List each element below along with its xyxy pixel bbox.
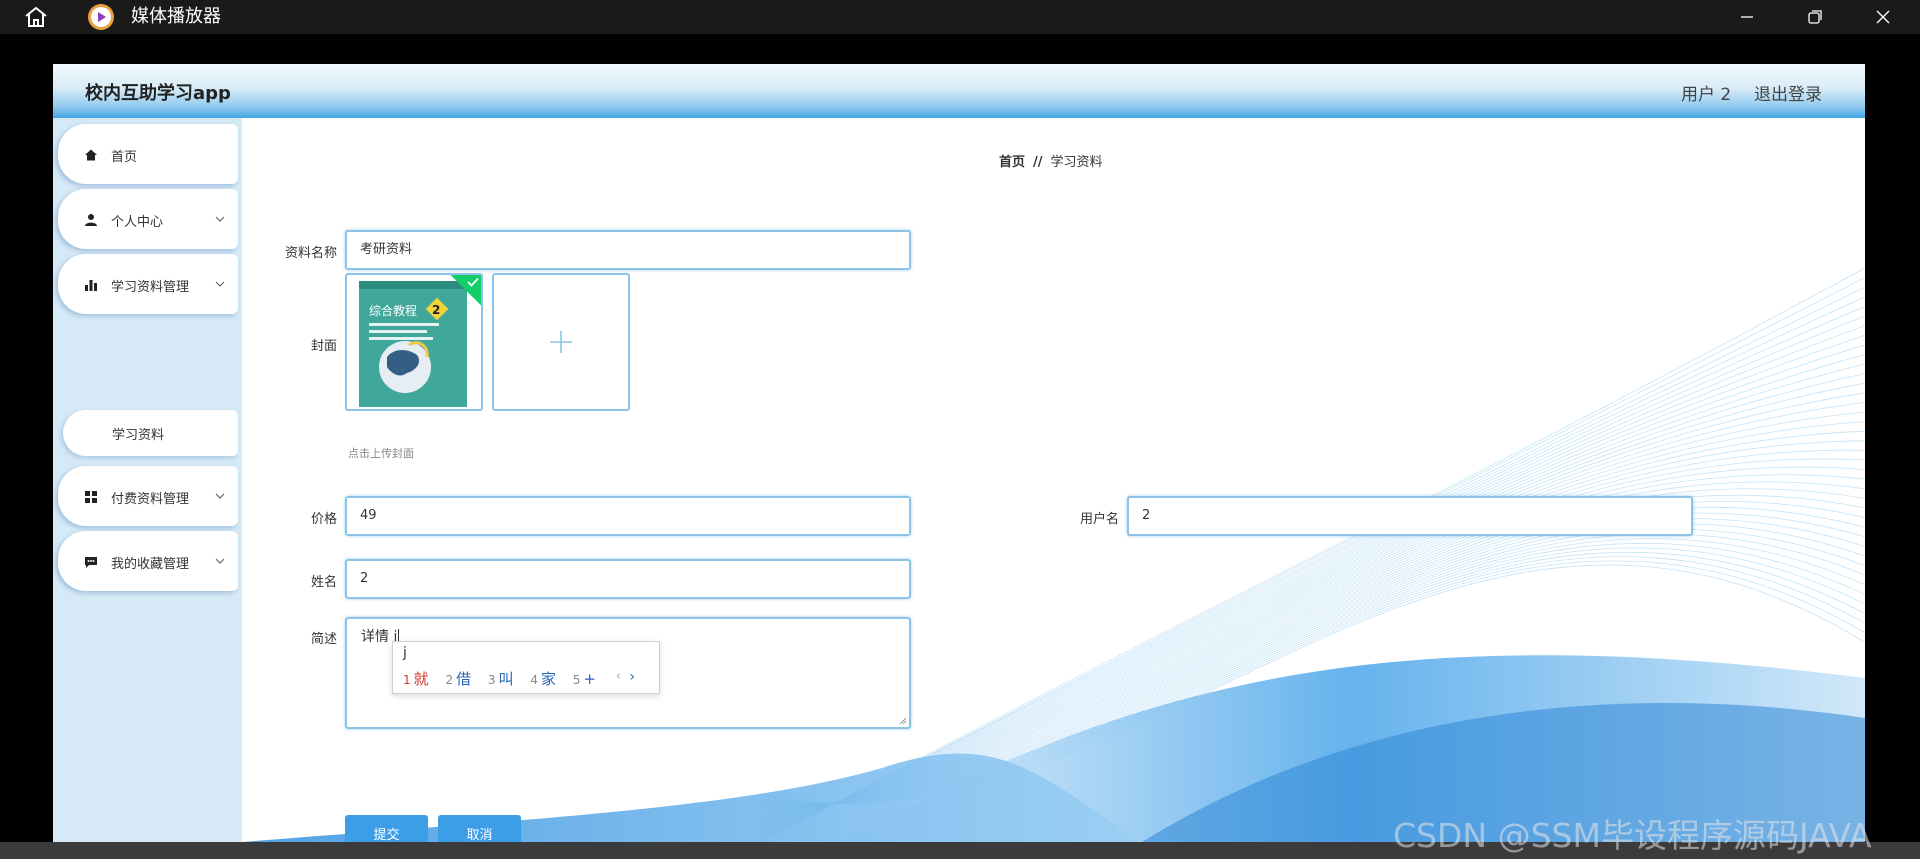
- realname-field[interactable]: 2: [345, 559, 911, 599]
- user-icon: [85, 214, 97, 226]
- sidebar-item-label: 首页: [111, 150, 138, 165]
- ime-next-page[interactable]: ›: [629, 669, 635, 685]
- sidebar-item-paid-materials-mgmt[interactable]: 付费资料管理: [58, 466, 238, 526]
- restore-button[interactable]: [1787, 0, 1843, 34]
- breadcrumb-current: 学习资料: [1050, 155, 1103, 170]
- ime-candidate[interactable]: 1就: [403, 668, 429, 689]
- sidebar-item-label: 学习资料管理: [111, 280, 190, 295]
- breadcrumb: 首页 // 学习资料: [999, 151, 1103, 170]
- price-label: 价格: [310, 512, 337, 527]
- submit-button[interactable]: 提交: [345, 815, 428, 842]
- sidebar-item-label: 我的收藏管理: [111, 557, 190, 572]
- sidebar: 首页 个人中心 学习资料管理 学习资料 付费资料管理 我的收藏管理: [53, 118, 242, 842]
- chevron-down-icon: [215, 281, 225, 287]
- ime-candidate[interactable]: 5 +: [573, 670, 596, 688]
- main-content: 首页 // 学习资料 资料名称 考研资料 封面 2 综合教程 点击上传封面 价格 4…: [242, 118, 1865, 842]
- minimize-icon: [1741, 16, 1753, 18]
- cover-upload-button[interactable]: [492, 273, 630, 411]
- sidebar-item-label: 个人中心: [111, 215, 164, 230]
- book-number: 2: [432, 303, 440, 317]
- description-label: 简述: [310, 632, 337, 647]
- ime-composition: j: [403, 645, 407, 661]
- cancel-button[interactable]: 取消: [438, 815, 521, 842]
- chevron-down-icon: [215, 558, 225, 564]
- check-icon: [467, 277, 479, 287]
- breadcrumb-home[interactable]: 首页: [999, 155, 1025, 170]
- chevron-down-icon: [215, 216, 225, 222]
- sidebar-item-profile[interactable]: 个人中心: [58, 189, 238, 249]
- cover-label: 封面: [310, 339, 337, 354]
- app-header: 校内互助学习app 用户 2 退出登录: [53, 64, 1865, 118]
- ime-candidate[interactable]: 2借: [445, 668, 471, 689]
- plus-icon: [550, 331, 572, 353]
- sidebar-subitem-label: 学习资料: [112, 428, 165, 443]
- chevron-down-icon: [215, 493, 225, 499]
- home-icon: [85, 149, 97, 161]
- grid-icon: [85, 491, 97, 503]
- current-user: 用户 2: [1681, 85, 1732, 105]
- book-title: 综合教程: [369, 303, 417, 318]
- close-button[interactable]: [1855, 0, 1911, 34]
- minimize-button[interactable]: [1719, 0, 1775, 34]
- watermark: CSDN @SSM毕设程序源码JAVA: [1393, 816, 1872, 855]
- name-field[interactable]: 考研资料: [345, 230, 911, 270]
- cover-image[interactable]: 2 综合教程: [345, 273, 483, 411]
- book-cover-image: 2 综合教程: [359, 281, 467, 407]
- logout-link[interactable]: 退出登录: [1754, 80, 1822, 105]
- ime-candidate[interactable]: 3叫: [488, 668, 514, 689]
- cover-upload-hint: 点击上传封面: [348, 447, 414, 460]
- app-window: 校内互助学习app 用户 2 退出登录 首页 个人中心 学习资料管理 学习资料 …: [53, 64, 1865, 842]
- username-label: 用户名: [1079, 512, 1119, 527]
- name-label: 资料名称: [284, 246, 337, 261]
- bar-chart-icon: [85, 280, 97, 291]
- sidebar-item-favorites-mgmt[interactable]: 我的收藏管理: [58, 531, 238, 591]
- sidebar-item-study-materials[interactable]: 学习资料: [63, 410, 238, 456]
- app-brand: 校内互助学习app: [85, 83, 231, 104]
- close-icon: [1876, 10, 1890, 24]
- ime-candidates: 1就 2借 3叫 4家 5 +: [403, 668, 608, 689]
- restore-icon: [1808, 10, 1822, 24]
- window-title: 媒体播放器: [131, 6, 221, 27]
- window-titlebar: 媒体播放器: [0, 0, 1920, 34]
- realname-label: 姓名: [310, 575, 337, 590]
- ime-prev-page[interactable]: ‹: [616, 669, 621, 684]
- price-field[interactable]: 49: [345, 496, 911, 536]
- home-icon[interactable]: [22, 5, 50, 29]
- media-player-icon: [88, 4, 114, 30]
- breadcrumb-separator: //: [1033, 155, 1043, 170]
- sidebar-item-label: 付费资料管理: [111, 492, 190, 507]
- sidebar-item-home[interactable]: 首页: [58, 124, 238, 184]
- ime-candidate[interactable]: 4家: [530, 668, 556, 689]
- username-field[interactable]: 2: [1127, 496, 1693, 536]
- ime-candidate-window: j 1就 2借 3叫 4家 5 + ‹ ›: [392, 641, 660, 694]
- resize-handle-icon[interactable]: [899, 717, 907, 725]
- wave-background: [242, 267, 1865, 842]
- message-icon: [85, 557, 97, 568]
- sidebar-item-study-materials-mgmt[interactable]: 学习资料管理: [58, 254, 238, 314]
